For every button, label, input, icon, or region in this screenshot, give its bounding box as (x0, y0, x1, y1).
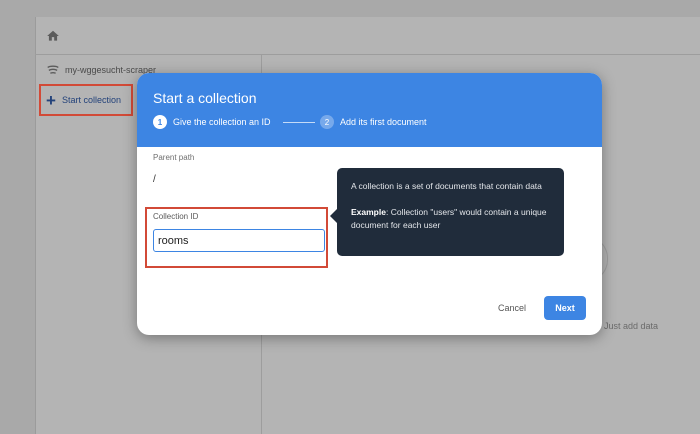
panel-divider (35, 54, 700, 55)
parent-path-label: Parent path (153, 153, 195, 162)
next-button[interactable]: Next (544, 296, 586, 320)
dialog-header: Start a collection 1 Give the collection… (137, 73, 602, 147)
tooltip-arrow (330, 209, 337, 223)
home-icon[interactable] (46, 29, 60, 43)
collection-id-label: Collection ID (153, 212, 199, 221)
empty-state-hint: Just add data (604, 321, 659, 331)
step-2: 2 Add its first document (320, 115, 427, 129)
cancel-button[interactable]: Cancel (489, 297, 535, 319)
database-icon (47, 65, 59, 74)
collection-id-input[interactable] (153, 229, 325, 252)
step-connector (283, 122, 315, 123)
tooltip-description: A collection is a set of documents that … (351, 181, 542, 191)
screen: my-wggesucht-scraper + Start collection … (0, 0, 700, 434)
start-collection-label: Start collection (61, 95, 121, 105)
tooltip-example: Example: Collection "users" would contai… (351, 206, 550, 232)
parent-path-value: / (153, 174, 156, 185)
start-collection-dialog: Start a collection 1 Give the collection… (137, 73, 602, 335)
step-number: 2 (320, 115, 334, 129)
step-number: 1 (153, 115, 167, 129)
collection-tooltip: A collection is a set of documents that … (337, 168, 564, 256)
start-collection-button[interactable]: + Start collection (39, 84, 133, 116)
step-1: 1 Give the collection an ID (153, 115, 271, 129)
step-label: Add its first document (340, 117, 427, 127)
step-label: Give the collection an ID (173, 117, 271, 127)
plus-icon: + (46, 90, 56, 110)
dialog-title: Start a collection (153, 90, 257, 106)
tooltip-example-label: Example (351, 207, 386, 217)
